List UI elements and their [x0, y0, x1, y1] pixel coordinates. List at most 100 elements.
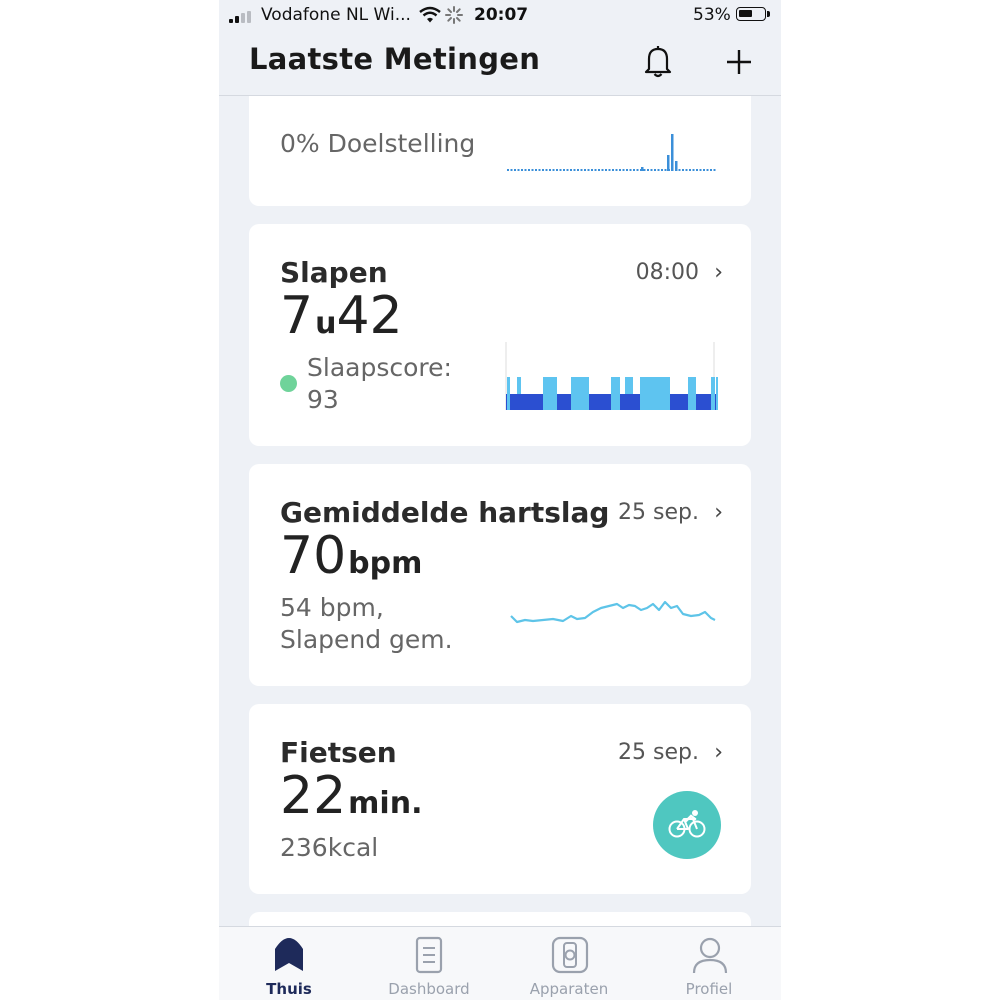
- activity-baseline-dot: [689, 169, 691, 171]
- activity-baseline-dot: [692, 169, 695, 171]
- carrier-name: Vodafone NL Wi...: [261, 5, 411, 25]
- activity-baseline-dot: [591, 169, 593, 171]
- activity-baseline-dot: [647, 169, 649, 171]
- home-icon: [275, 938, 303, 971]
- activity-baseline-dot: [654, 169, 656, 171]
- cycling-kcal: 236kcal: [280, 833, 379, 862]
- heart-rate-value: 70bpm: [280, 526, 422, 586]
- sleep-minutes: 42: [336, 286, 403, 346]
- heart-rate-card[interactable]: Gemiddelde hartslag 25 sep. › 70bpm 54 b…: [249, 464, 751, 686]
- activity-baseline-dot: [524, 169, 527, 171]
- tab-label: Apparaten: [529, 980, 609, 998]
- cycling-unit: min.: [348, 786, 423, 821]
- activity-baseline-dot: [615, 169, 618, 171]
- activity-baseline-dot: [580, 169, 583, 171]
- activity-baseline-dot: [636, 169, 639, 171]
- tab-label: Profiel: [685, 980, 733, 998]
- activity-baseline-dot: [584, 169, 586, 171]
- tab-apparaten[interactable]: Apparaten: [499, 927, 639, 1000]
- measurements-list[interactable]: 0% Doelstelling Slapen 08:00 › 7u42 Slaa…: [219, 96, 781, 926]
- bell-icon[interactable]: [643, 44, 673, 78]
- heart-rate-number: 70: [280, 526, 347, 586]
- activity-card[interactable]: 0% Doelstelling: [249, 96, 751, 206]
- activity-goal-text: 0% Doelstelling: [280, 129, 476, 158]
- activity-baseline-dot: [629, 169, 632, 171]
- clock: 20:07: [474, 5, 529, 25]
- activity-baseline-dot: [570, 169, 572, 171]
- heart-rate-sub-line2: Slapend gem.: [280, 625, 453, 654]
- sleep-score-value: 93: [307, 385, 339, 414]
- activity-baseline-dot: [521, 169, 523, 171]
- sleep-score: Slaapscore: 93: [307, 352, 452, 416]
- heart-rate-title: Gemiddelde hartslag: [280, 496, 610, 529]
- activity-baseline-dot: [559, 169, 562, 171]
- tab-label: Dashboard: [388, 980, 470, 998]
- activity-baseline-dot: [601, 169, 604, 171]
- activity-baseline-dot: [510, 169, 513, 171]
- activity-baseline-dot: [678, 169, 681, 171]
- activity-baseline-dot: [713, 169, 716, 171]
- chevron-right-icon[interactable]: ›: [714, 260, 723, 285]
- heart-rate-unit: bpm: [348, 546, 423, 581]
- status-bar: Vodafone NL Wi... 20:07 53%: [219, 0, 781, 32]
- battery-icon: [736, 7, 770, 21]
- sleep-hours-unit: u: [315, 306, 337, 341]
- heart-rate-sub-line1: 54 bpm,: [280, 593, 384, 622]
- activity-baseline-dot: [650, 169, 653, 171]
- heart-rate-line-chart: [510, 600, 716, 624]
- activity-baseline-dot: [549, 169, 551, 171]
- chevron-right-icon[interactable]: ›: [714, 740, 723, 765]
- cycling-card[interactable]: Fietsen 25 sep. › 22min. 236kcal: [249, 704, 751, 894]
- sleep-time: 08:00: [635, 260, 699, 285]
- bicycle-icon: [653, 791, 721, 859]
- activity-baseline-dot: [664, 169, 667, 171]
- activity-baseline-dot: [563, 169, 565, 171]
- activity-baseline-dot: [710, 169, 712, 171]
- next-card[interactable]: [249, 912, 751, 926]
- activity-baseline-dot: [514, 169, 516, 171]
- activity-baseline-dot: [517, 169, 520, 171]
- activity-baseline-dot: [542, 169, 544, 171]
- cycling-minutes: 22: [280, 766, 347, 826]
- battery-percent: 53%: [693, 5, 731, 25]
- chevron-right-icon[interactable]: ›: [714, 500, 723, 525]
- activity-baseline-dot: [605, 169, 607, 171]
- activity-baseline-dot: [685, 169, 688, 171]
- activity-baseline-dot: [696, 169, 698, 171]
- activity-baseline-dot: [657, 169, 660, 171]
- tab-profiel[interactable]: Profiel: [639, 927, 779, 1000]
- activity-baseline-dot: [577, 169, 579, 171]
- activity-baseline-dot: [682, 169, 684, 171]
- activity-baseline-dot: [545, 169, 548, 171]
- activity-baseline-dot: [619, 169, 621, 171]
- activity-baseline-dot: [566, 169, 569, 171]
- activity-baseline-dot: [552, 169, 555, 171]
- activity-baseline-dot: [699, 169, 702, 171]
- activity-baseline-dot: [535, 169, 537, 171]
- activity-baseline-dot: [531, 169, 534, 171]
- cycling-title: Fietsen: [280, 736, 397, 769]
- page-title: Laatste Metingen: [249, 42, 541, 76]
- activity-baseline-dot: [612, 169, 614, 171]
- sleep-title: Slapen: [280, 256, 388, 289]
- activity-baseline-dot: [528, 169, 530, 171]
- sleep-stages-chart: [505, 342, 718, 410]
- activity-baseline-dot: [573, 169, 576, 171]
- activity-spinner-icon: [445, 6, 463, 24]
- sleep-card[interactable]: Slapen 08:00 › 7u42 Slaapscore: 93: [249, 224, 751, 446]
- activity-baseline-dot: [594, 169, 597, 171]
- activity-baseline-dot: [598, 169, 600, 171]
- activity-baseline-dot: [706, 169, 709, 171]
- tab-thuis[interactable]: Thuis: [219, 927, 359, 1000]
- wifi-icon: [419, 6, 441, 23]
- activity-baseline-dot: [633, 169, 635, 171]
- tab-dashboard[interactable]: Dashboard: [359, 927, 499, 1000]
- tab-label: Thuis: [266, 980, 312, 998]
- heart-rate-sleeping-avg: 54 bpm, Slapend gem.: [280, 592, 453, 656]
- activity-baseline-dot: [587, 169, 590, 171]
- plus-icon[interactable]: [725, 48, 753, 76]
- app-header: Laatste Metingen: [219, 32, 781, 96]
- cycling-duration: 22min.: [280, 766, 422, 826]
- activity-baseline-dot: [556, 169, 558, 171]
- tab-bar: Thuis Dashboard Apparaten Profiel: [219, 926, 781, 1000]
